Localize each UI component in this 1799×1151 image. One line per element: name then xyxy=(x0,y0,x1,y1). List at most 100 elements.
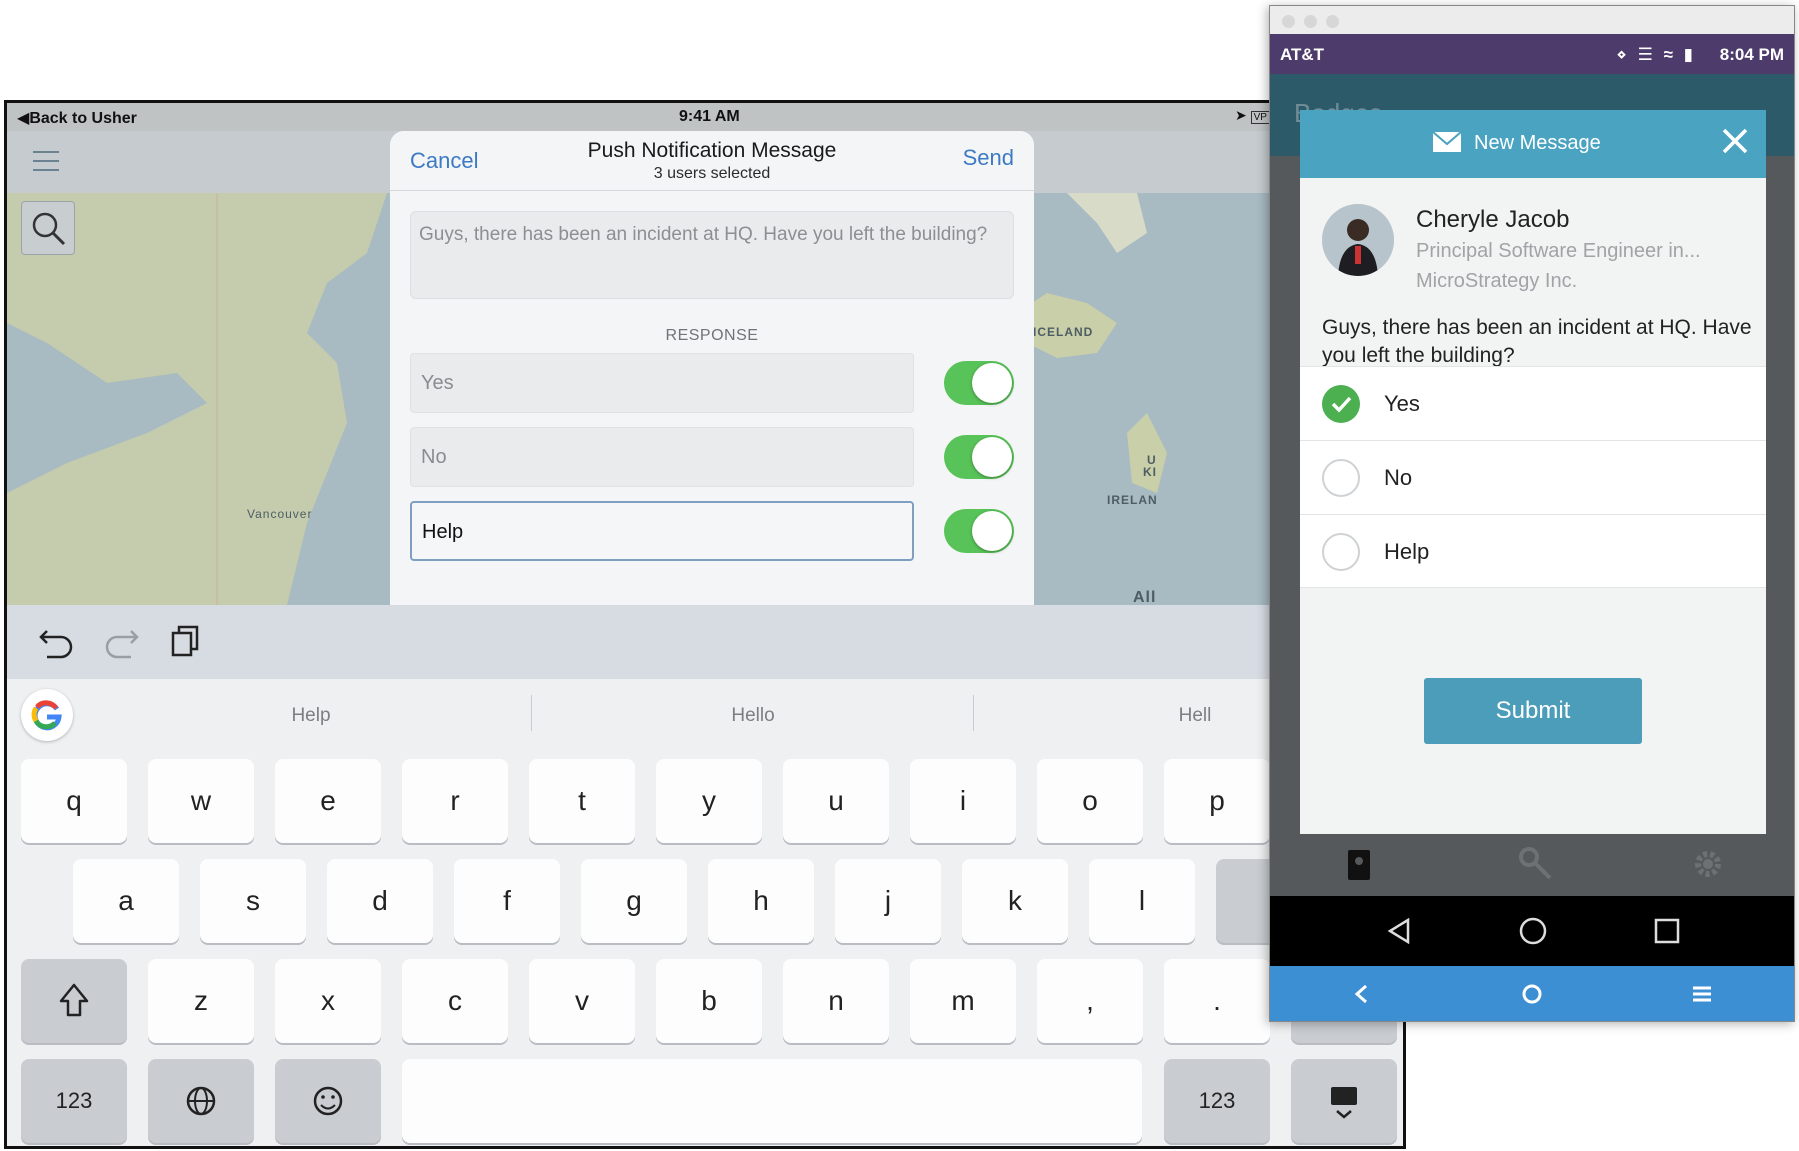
status-time: 9:41 AM xyxy=(679,108,740,125)
key-n[interactable]: n xyxy=(783,959,889,1043)
key-v[interactable]: v xyxy=(529,959,635,1043)
submit-button[interactable]: Submit xyxy=(1424,678,1642,744)
android-status-bar: AT&T ⋄ ☰ ≈ ▮ 8:04 PM xyxy=(1270,34,1794,74)
push-notification-modal: Cancel Push Notification Message 3 users… xyxy=(390,131,1034,605)
suggestion-divider xyxy=(973,695,974,731)
option-help[interactable]: Help xyxy=(1300,514,1766,588)
key-y[interactable]: y xyxy=(656,759,762,843)
map-label-all: All xyxy=(1133,589,1157,605)
undo-icon[interactable] xyxy=(37,623,77,659)
map-label-iceland: ICELAND xyxy=(1033,325,1094,339)
ipad-status-bar: ◀Back to Usher 9:41 AM ➤ VP xyxy=(7,103,1403,131)
window-close-dot[interactable] xyxy=(1282,15,1295,28)
envelope-icon xyxy=(1432,131,1462,152)
shift-key[interactable] xyxy=(21,959,127,1043)
suggestion-1[interactable]: Help xyxy=(91,705,531,727)
status-icons: ⋄ ☰ ≈ ▮ xyxy=(1616,45,1696,64)
send-button[interactable]: Send xyxy=(963,145,1014,171)
hamburger-menu-icon[interactable] xyxy=(33,151,59,173)
dialog-title: New Message xyxy=(1474,132,1601,154)
key-l[interactable]: l xyxy=(1089,859,1195,943)
response-toggle-help[interactable] xyxy=(944,509,1014,553)
paste-icon[interactable] xyxy=(167,623,207,659)
android-time: 8:04 PM xyxy=(1719,45,1784,64)
key-p[interactable]: p xyxy=(1164,759,1270,843)
globe-key[interactable] xyxy=(148,1059,254,1143)
sender-name: Cheryle Jacob xyxy=(1416,206,1570,233)
key-q[interactable]: q xyxy=(21,759,127,843)
key-a[interactable]: a xyxy=(73,859,179,943)
option-no[interactable]: No xyxy=(1300,440,1766,514)
key-b[interactable]: b xyxy=(656,959,762,1043)
emulator-title-bar xyxy=(1270,6,1794,34)
key-d[interactable]: d xyxy=(327,859,433,943)
recents-square-icon[interactable] xyxy=(1652,916,1682,946)
key-tab-icon[interactable] xyxy=(1518,846,1554,882)
response-input-help[interactable]: Help xyxy=(410,501,914,561)
gear-tab-icon[interactable] xyxy=(1690,846,1726,882)
key-w[interactable]: w xyxy=(148,759,254,843)
option-yes[interactable]: Yes xyxy=(1300,366,1766,440)
keyboard-toolbar xyxy=(7,605,1403,679)
menu-lines-icon[interactable] xyxy=(1690,982,1714,1006)
google-logo-glyph xyxy=(31,700,62,731)
home-circle-icon[interactable] xyxy=(1518,916,1548,946)
key-z[interactable]: z xyxy=(148,959,254,1043)
emoji-key[interactable] xyxy=(275,1059,381,1143)
key-period[interactable]: . xyxy=(1164,959,1270,1043)
chevron-left-icon[interactable] xyxy=(1350,982,1374,1006)
response-row: Yes xyxy=(410,353,1014,413)
radio-unchecked-icon[interactable] xyxy=(1322,533,1360,571)
keyboard-dismiss-icon xyxy=(1331,1087,1357,1119)
response-input-yes[interactable]: Yes xyxy=(410,353,914,413)
modal-title: Push Notification Message xyxy=(587,139,837,162)
redo-icon[interactable] xyxy=(103,623,143,659)
screenshot-root: ◀Back to Usher 9:41 AM ➤ VP ICELAND Vanc… xyxy=(0,0,1799,1151)
close-icon[interactable] xyxy=(1720,126,1750,156)
toggle-knob xyxy=(972,363,1012,403)
key-u[interactable]: u xyxy=(783,759,889,843)
toggle-knob xyxy=(972,511,1012,551)
numbers-key-right[interactable]: 123 xyxy=(1164,1059,1270,1143)
window-zoom-dot[interactable] xyxy=(1326,15,1339,28)
avatar xyxy=(1322,204,1394,276)
key-j[interactable]: j xyxy=(835,859,941,943)
google-g-icon[interactable] xyxy=(21,689,73,741)
badge-tab-icon[interactable] xyxy=(1346,848,1372,882)
key-comma[interactable]: , xyxy=(1037,959,1143,1043)
key-i[interactable]: i xyxy=(910,759,1016,843)
suggestion-divider xyxy=(531,695,532,731)
dismiss-keyboard-key[interactable] xyxy=(1291,1059,1397,1143)
android-screen: AT&T ⋄ ☰ ≈ ▮ 8:04 PM Badges New Me xyxy=(1269,5,1795,1022)
response-toggle-no[interactable] xyxy=(944,435,1014,479)
radio-checked-icon[interactable] xyxy=(1322,385,1360,423)
window-minimize-dot[interactable] xyxy=(1304,15,1317,28)
response-input-no[interactable]: No xyxy=(410,427,914,487)
home-dot-icon[interactable] xyxy=(1520,982,1544,1006)
key-h[interactable]: h xyxy=(708,859,814,943)
key-e[interactable]: e xyxy=(275,759,381,843)
message-textarea[interactable]: Guys, there has been an incident at HQ. … xyxy=(410,211,1014,299)
key-t[interactable]: t xyxy=(529,759,635,843)
key-r[interactable]: r xyxy=(402,759,508,843)
key-c[interactable]: c xyxy=(402,959,508,1043)
key-f[interactable]: f xyxy=(454,859,560,943)
key-o[interactable]: o xyxy=(1037,759,1143,843)
back-to-usher-link[interactable]: ◀Back to Usher xyxy=(17,108,137,128)
key-s[interactable]: s xyxy=(200,859,306,943)
sender-details: Principal Software Engineer in... MicroS… xyxy=(1416,236,1756,296)
ipad-screen: ◀Back to Usher 9:41 AM ➤ VP ICELAND Vanc… xyxy=(4,100,1406,1149)
radio-unchecked-icon[interactable] xyxy=(1322,459,1360,497)
toggle-knob xyxy=(972,437,1012,477)
suggestion-2[interactable]: Hello xyxy=(533,705,973,727)
response-toggle-yes[interactable] xyxy=(944,361,1014,405)
key-x[interactable]: x xyxy=(275,959,381,1043)
space-bar[interactable] xyxy=(402,1059,1142,1143)
map-search-button[interactable] xyxy=(21,201,75,255)
key-k[interactable]: k xyxy=(962,859,1068,943)
numbers-key-left[interactable]: 123 xyxy=(21,1059,127,1143)
android-nav-bar xyxy=(1270,896,1794,966)
key-g[interactable]: g xyxy=(581,859,687,943)
back-triangle-icon[interactable] xyxy=(1384,916,1414,946)
key-m[interactable]: m xyxy=(910,959,1016,1043)
